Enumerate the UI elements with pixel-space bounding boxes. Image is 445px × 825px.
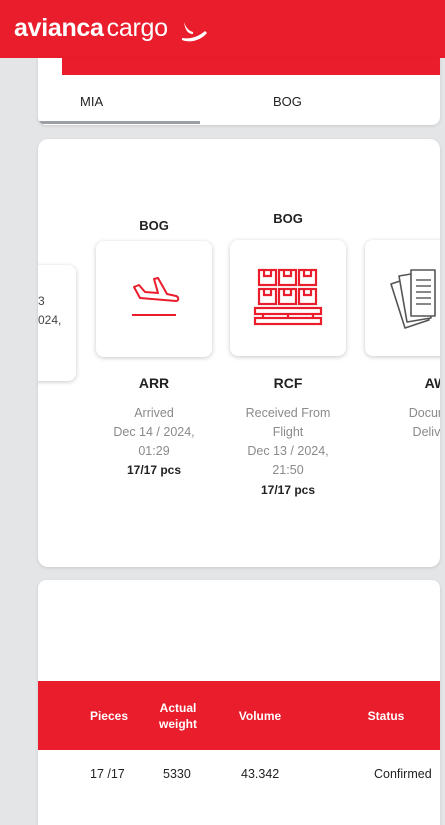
brand-name-light: cargo [106,14,168,42]
event-status-line1: Received From [245,406,331,420]
event-pieces: 17/17 pcs [260,483,316,497]
row-weight: 5330 [163,767,191,781]
summary-table-header: Pieces Actual weight Volume Status [38,681,440,750]
header-actual-weight: Actual weight [150,700,206,732]
avianca-cargo-logo[interactable]: avianca cargo [14,14,168,43]
active-tab-indicator [38,121,200,124]
tab-origin[interactable]: MIA [80,94,103,109]
header-actual-weight-line1: Actual [159,700,197,715]
event-pieces: 17/17 pcs [126,463,182,477]
timeline-tile-arr[interactable] [96,241,212,357]
event-location: BOG [273,211,303,226]
event-date: Dec 13 / 2024, [247,444,329,458]
header-actual-weight-line2: weight [159,716,197,731]
top-app-bar: avianca cargo [0,0,445,58]
event-time: 21:50 [272,463,304,477]
event-status-line2: Deliver [412,425,440,439]
table-row[interactable]: 17 /17 5330 43.342 Confirmed [38,750,440,798]
event-date: Dec 14 / 2024, [113,425,195,439]
header-status: Status [367,708,405,723]
header-volume: Volume [238,708,282,723]
route-card: MIA BOG [38,58,440,125]
timeline-tile-rcf[interactable] [230,240,346,356]
timeline-tile-awd[interactable] [365,240,440,356]
event-status-line1: Docume [408,406,440,420]
event-code: AWD [424,375,440,391]
pallet-boxes-icon [253,268,323,326]
partial-event-line2: 024, [38,313,62,327]
event-location: BOG [139,218,169,233]
row-volume: 43.342 [241,767,280,781]
header-pieces: Pieces [89,708,129,723]
partial-event-line1: 3 [38,294,45,308]
airplane-landing-icon [132,277,180,316]
row-pieces: 17 /17 [90,767,125,781]
row-status: Confirmed [374,767,432,781]
tab-destination[interactable]: BOG [273,94,302,109]
brand-name-bold: avianca [14,14,104,42]
shipment-summary-card: Pieces Actual weight Volume Status 17 /1… [38,580,440,825]
documents-icon [390,269,436,329]
route-header-bar [62,58,440,75]
tracking-timeline-card: 3 024, BOG ARR Arrived Dec 14 / 2024, 01… [38,139,440,567]
event-code: ARR [138,375,170,391]
event-status: Arrived [134,406,174,420]
bird-logo-icon [182,22,207,42]
event-time: 01:29 [138,444,170,458]
event-status-line2: Flight [272,425,304,439]
event-code: RCF [273,375,303,391]
